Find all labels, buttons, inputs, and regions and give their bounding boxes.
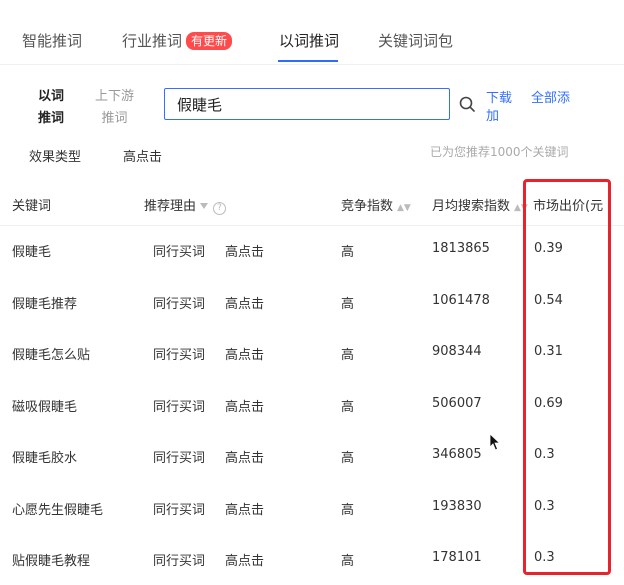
help-icon[interactable]: ?: [213, 202, 227, 215]
active-tab-indicator: [278, 60, 338, 62]
keyword-cell: 假睫毛推荐: [12, 296, 78, 312]
mode-label: 上下游: [95, 89, 135, 104]
keyword-cell: 心愿先生假睫毛: [12, 502, 104, 518]
search-index-cell: 908344: [432, 344, 482, 359]
competition-cell: 高: [341, 399, 355, 415]
reason-tag-cell: 高点击: [225, 502, 265, 518]
tab-bar: 智能推词 行业推词 有更新 以词推词 关键词词包: [0, 0, 624, 65]
search-index-cell: 506007: [432, 395, 482, 411]
tab-industry-recommend[interactable]: 行业推词 有更新: [122, 30, 233, 51]
header-label: 关键词: [12, 199, 52, 214]
tab-word-recommend[interactable]: 以词推词: [279, 30, 339, 51]
reason-tag-cell: 同行买词: [153, 399, 206, 415]
search-index-cell: 193830: [432, 498, 482, 514]
reason-tag-cell: 高点击: [225, 245, 265, 260]
search-index-cell: 1813865: [432, 241, 490, 256]
column-header-reason: 推荐理由?: [144, 195, 227, 215]
competition-cell: 高: [341, 348, 355, 363]
search-icon[interactable]: [458, 95, 476, 113]
download-link[interactable]: 下载 加: [486, 90, 512, 126]
mode-label: 推词: [101, 111, 128, 126]
competition-cell: 高: [341, 502, 355, 518]
keyword-search-input[interactable]: [164, 88, 450, 120]
add-all-label: 全部添: [531, 91, 571, 106]
sort-icon[interactable]: ▲▼: [397, 203, 411, 213]
column-header-competition[interactable]: 竞争指数 ▲▼: [341, 195, 411, 214]
tab-keyword-package[interactable]: 关键词词包: [378, 30, 453, 51]
reason-tag-cell: 同行买词: [153, 554, 206, 569]
reason-tag-cell: 同行买词: [153, 245, 206, 260]
column-header-search-index[interactable]: 月均搜索指数 ▲▼: [432, 195, 528, 214]
price-column-highlight: [523, 179, 611, 575]
competition-cell: 高: [341, 554, 355, 569]
tab-label: 关键词词包: [378, 32, 454, 50]
mode-upstream-downstream[interactable]: 上下游 推词: [95, 86, 134, 130]
reason-tag-cell: 高点击: [225, 554, 265, 569]
tab-label: 以词推词: [279, 32, 340, 50]
download-label: 加: [486, 109, 500, 124]
keyword-cell: 磁吸假睫毛: [12, 399, 78, 415]
effect-type-label: 效果类型: [29, 150, 82, 165]
tab-smart-recommend[interactable]: 智能推词: [22, 30, 82, 51]
reason-tag-cell: 同行买词: [153, 348, 206, 363]
column-header-keyword: 关键词: [12, 195, 51, 214]
header-label: 推荐理由: [144, 199, 197, 214]
filter-icon[interactable]: [200, 203, 209, 209]
reason-tag-cell: 高点击: [225, 451, 265, 466]
reason-tag-cell: 同行买词: [153, 502, 206, 518]
competition-cell: 高: [341, 451, 355, 466]
header-label: 月均搜索指数: [432, 199, 511, 214]
search-index-cell: 178101: [432, 550, 482, 565]
reason-tag-cell: 同行买词: [153, 296, 206, 312]
keyword-cell: 假睫毛: [12, 245, 52, 260]
reason-tag-cell: 同行买词: [153, 451, 206, 466]
keyword-cell: 贴假睫毛教程: [12, 554, 91, 569]
keyword-cell: 假睫毛胶水: [12, 451, 78, 466]
tab-label: 行业推词: [122, 32, 183, 50]
update-badge: 有更新: [186, 32, 233, 50]
mode-label: 以词: [38, 89, 65, 104]
search-index-cell: 346805: [432, 447, 482, 462]
download-label: 下载: [486, 91, 513, 106]
reason-tag-cell: 高点击: [225, 296, 265, 312]
header-label: 竞争指数: [341, 199, 394, 214]
search-index-cell: 1061478: [432, 292, 490, 308]
mouse-cursor-icon: [489, 433, 501, 451]
recommend-count-hint: 已为您推荐1000个关键词: [430, 145, 569, 159]
competition-cell: 高: [341, 245, 355, 260]
keyword-cell: 假睫毛怎么贴: [12, 348, 91, 363]
effect-type-high-click[interactable]: 高点击: [123, 146, 162, 165]
competition-cell: 高: [341, 296, 355, 312]
add-all-link[interactable]: 全部添: [531, 90, 570, 108]
mode-word-to-word[interactable]: 以词 推词: [38, 86, 64, 130]
reason-tag-cell: 高点击: [225, 348, 265, 363]
reason-tag-cell: 高点击: [225, 399, 265, 415]
mode-label: 推词: [38, 111, 65, 126]
tab-label: 智能推词: [22, 32, 83, 50]
